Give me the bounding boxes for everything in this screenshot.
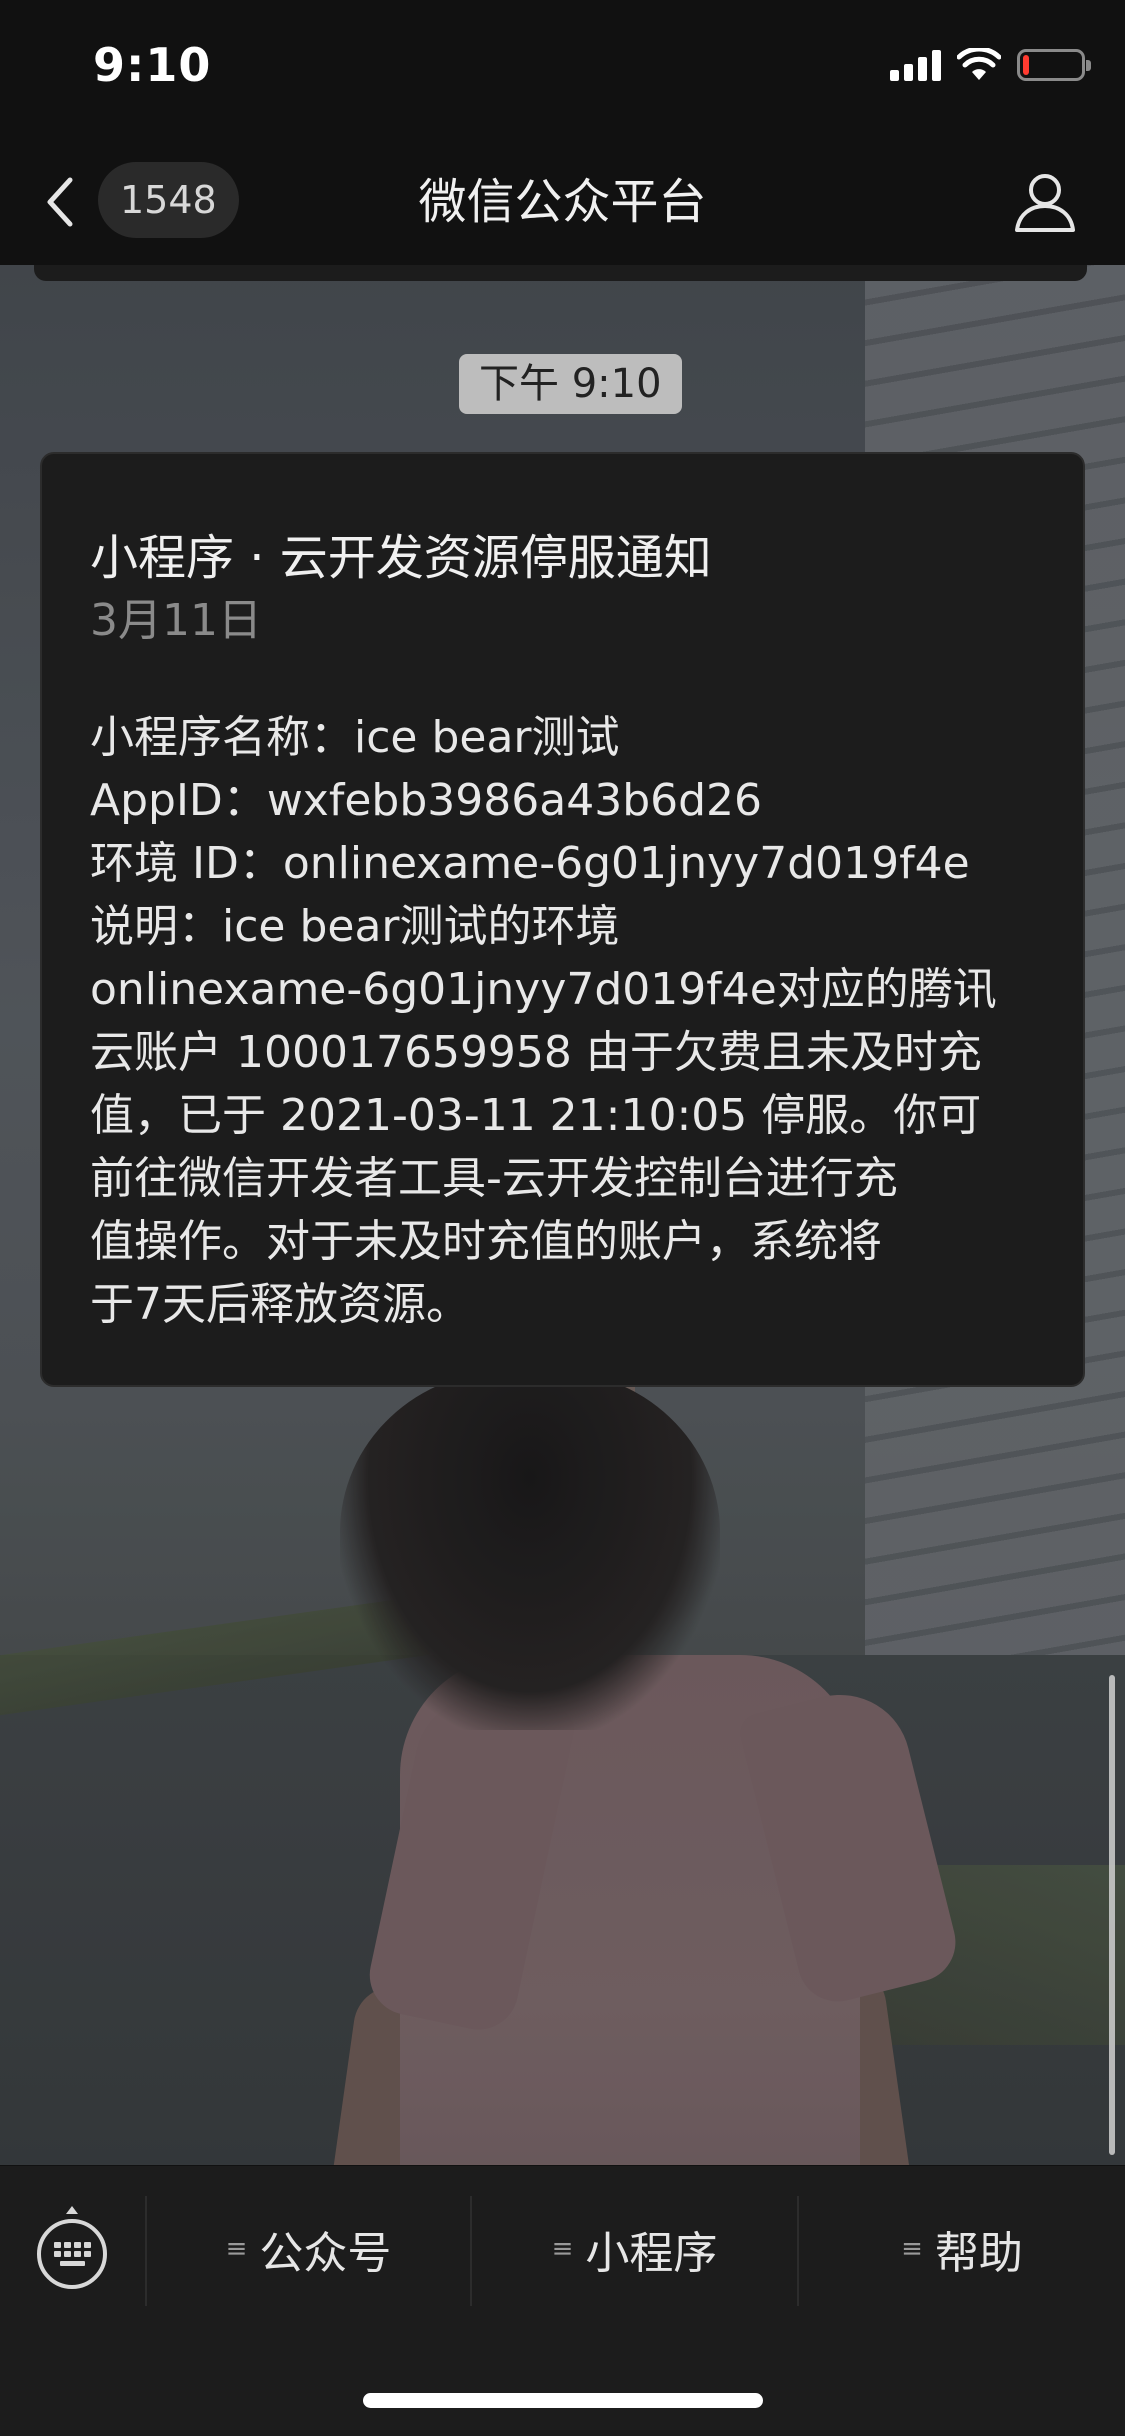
menu-item-label: 帮助 — [934, 2227, 1023, 2279]
menu-item-help[interactable]: ≡ 帮助 — [799, 2166, 1125, 2331]
message-body-line: 小程序名称：ice bear测试 — [90, 712, 620, 763]
profile-button[interactable] — [1013, 168, 1077, 236]
keyboard-icon — [37, 2206, 107, 2289]
status-time: 9:10 — [93, 38, 212, 92]
home-indicator[interactable] — [363, 2393, 763, 2408]
wifi-icon — [957, 48, 1001, 80]
menu-list-icon: ≡ — [551, 2233, 574, 2264]
message-timestamp: 下午 9:10 — [459, 354, 682, 414]
battery-icon — [1017, 49, 1091, 81]
message-title: 小程序 · 云开发资源停服通知 — [90, 530, 712, 586]
scroll-indicator[interactable] — [1109, 1675, 1115, 2155]
person-icon — [1015, 174, 1075, 232]
cellular-signal-icon — [890, 49, 941, 81]
message-card[interactable]: 小程序 · 云开发资源停服通知 3月11日 小程序名称：ice bear测试 A… — [40, 452, 1085, 1387]
menu-list-icon: ≡ — [901, 2233, 923, 2264]
message-body-line: 前往微信开发者工具-云开发控制台进行充 — [90, 1153, 898, 1204]
screen: 9:10 1548 微信公众平台 下午 9:10 小程序 · 云开发资源停服通知… — [0, 0, 1125, 2436]
nav-bar: 1548 微信公众平台 — [0, 140, 1125, 265]
message-date: 3月11日 — [90, 595, 262, 646]
message-body-line: 值，已于 2021-03-11 21:10:05 停服。你可 — [90, 1090, 982, 1141]
message-body-line: 环境 ID：onlinexame-6g01jnyy7d019f4e — [90, 838, 970, 889]
message-body-line: onlinexame-6g01jnyy7d019f4e对应的腾讯 — [90, 964, 997, 1015]
menu-item-mini-program[interactable]: ≡ 小程序 — [472, 2166, 797, 2331]
status-icons — [890, 48, 1091, 82]
message-body-line: 说明：ice bear测试的环境 — [90, 901, 620, 952]
unread-count-badge[interactable]: 1548 — [98, 162, 239, 238]
battery-level — [1023, 55, 1029, 75]
message-body-line: AppID：wxfebb3986a43b6d26 — [90, 775, 763, 826]
message-body-line: 云账户 100017659958 由于欠费且未及时充 — [90, 1027, 982, 1078]
message-body: 小程序名称：ice bear测试 AppID：wxfebb3986a43b6d2… — [90, 706, 1033, 1336]
status-bar: 9:10 — [0, 0, 1125, 140]
previous-message-card[interactable] — [34, 265, 1087, 281]
menu-item-label: 小程序 — [585, 2227, 718, 2279]
menu-item-label: 公众号 — [259, 2227, 392, 2279]
message-body-line: 于7天后释放资源。 — [90, 1279, 470, 1330]
message-body-line: 值操作。对于未及时充值的账户，系统将 — [90, 1216, 882, 1267]
back-button[interactable] — [40, 170, 90, 234]
keyboard-toggle-button[interactable] — [0, 2166, 145, 2331]
chevron-left-icon — [47, 177, 73, 227]
menu-list-icon: ≡ — [225, 2233, 248, 2264]
menu-item-official-account[interactable]: ≡ 公众号 — [147, 2166, 470, 2331]
